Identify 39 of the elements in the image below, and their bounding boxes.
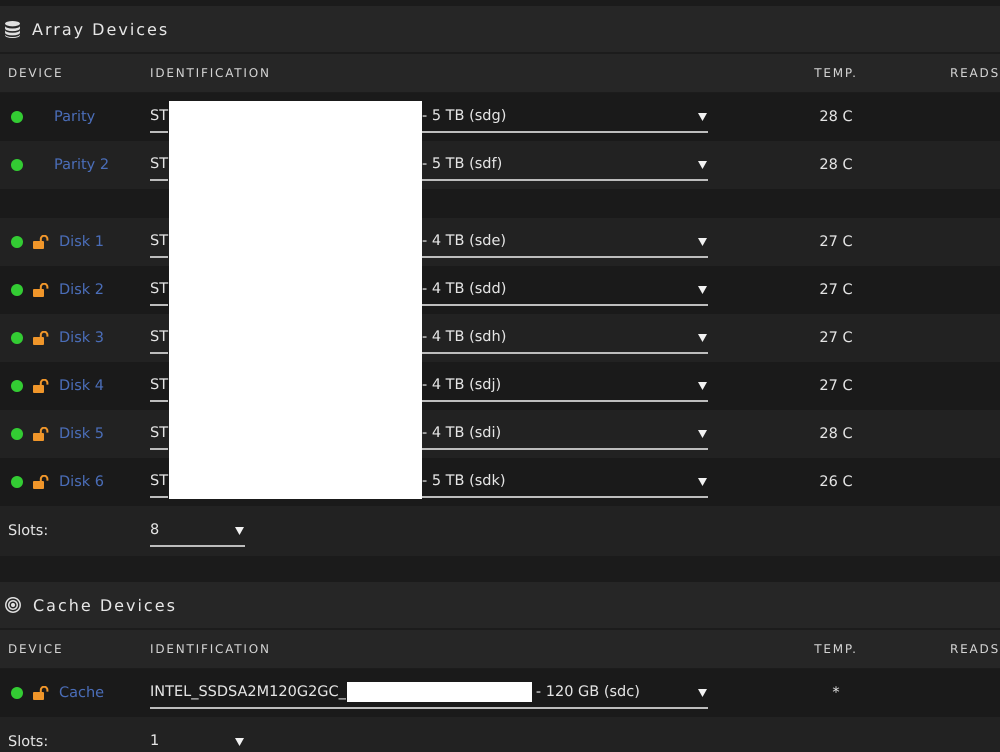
caret-icon <box>698 428 707 438</box>
column-header: IDENTIFICATION <box>150 642 271 656</box>
temperature-text: 28 C <box>819 426 853 442</box>
column-header: TEMP. <box>814 66 858 80</box>
slots-label: Slots: <box>8 523 48 539</box>
temperature-text: 27 C <box>819 330 853 346</box>
temperature-text: 27 C <box>819 234 853 250</box>
caret-icon <box>698 380 707 390</box>
section-title: Array Devices <box>32 20 170 38</box>
temperature-text: 28 C <box>819 109 853 125</box>
temperature-text: * <box>832 685 840 701</box>
slots-select[interactable]: 1 <box>150 726 245 752</box>
temperature-text: 27 C <box>819 282 853 298</box>
column-header: TEMP. <box>814 642 858 656</box>
slots-select[interactable]: 8 <box>150 515 245 547</box>
slots-label: Slots: <box>8 734 48 750</box>
column-header: READS <box>950 66 1000 80</box>
column-header: READS <box>950 642 1000 656</box>
section-title: Cache Devices <box>33 596 177 614</box>
caret-icon <box>235 736 244 746</box>
device-select[interactable]: - 5 TB (sdg) <box>422 101 708 133</box>
caret-icon <box>698 284 707 294</box>
temperature-text: 27 C <box>819 378 853 394</box>
caret-icon <box>698 160 707 168</box>
temperature-text: 26 C <box>819 474 853 490</box>
device-select[interactable]: INTEL_SSDSA2M120G2GC_ - 120 GB (sdc) <box>150 677 708 709</box>
column-header: IDENTIFICATION <box>150 66 271 80</box>
device-select[interactable]: - 5 TB (sdk) <box>422 466 708 498</box>
column-header: DEVICE <box>8 66 64 80</box>
caret-icon <box>698 688 707 696</box>
database-icon <box>5 20 20 38</box>
caret-icon <box>698 236 707 246</box>
caret-icon <box>698 112 707 120</box>
caret-icon <box>698 332 707 342</box>
caret-icon <box>235 526 244 534</box>
caret-icon <box>698 476 707 486</box>
concentric-rings-icon <box>5 597 21 613</box>
temperature-text: 28 C <box>819 157 853 173</box>
column-header: DEVICE <box>8 642 64 656</box>
